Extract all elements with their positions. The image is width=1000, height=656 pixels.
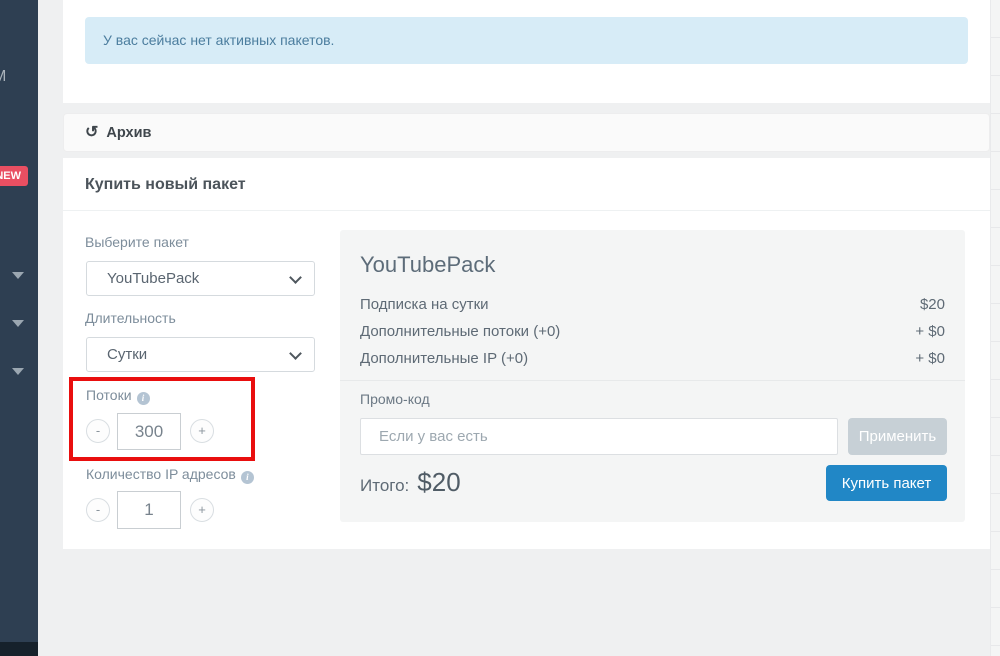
info-icon[interactable]: i bbox=[241, 471, 254, 484]
promo-code-label: Промо-код bbox=[360, 391, 430, 407]
threads-label: Потокиi bbox=[86, 387, 150, 405]
ip-decrease-button[interactable]: - bbox=[86, 498, 110, 522]
chevron-down-icon bbox=[289, 347, 302, 360]
summary-row-label: Дополнительные потоки (+0) bbox=[360, 323, 560, 343]
threads-input[interactable] bbox=[117, 413, 181, 450]
package-select-label: Выберите пакет bbox=[85, 234, 189, 250]
sidebar-footer bbox=[0, 642, 38, 656]
chevron-down-icon bbox=[289, 271, 302, 284]
order-summary-panel: YouTubePack Подписка на сутки $20 Дополн… bbox=[340, 230, 965, 522]
duration-select-label: Длительность bbox=[85, 310, 176, 326]
archive-toggle[interactable]: ↺ Архив bbox=[63, 113, 990, 152]
divider bbox=[340, 380, 965, 381]
app-screen: М NEW У вас сейчас нет активных пакетов.… bbox=[0, 0, 1000, 656]
duration-select[interactable]: Сутки bbox=[86, 337, 315, 372]
package-select[interactable]: YouTubePack bbox=[86, 261, 315, 296]
divider bbox=[63, 210, 990, 211]
summary-row-value: + $0 bbox=[915, 350, 945, 370]
active-packages-card: У вас сейчас нет активных пакетов. bbox=[63, 0, 990, 103]
threads-decrease-button[interactable]: - bbox=[86, 419, 110, 443]
promo-code-input[interactable] bbox=[360, 418, 838, 455]
summary-row: Дополнительные потоки (+0) + $0 bbox=[360, 323, 945, 343]
buy-package-card: Купить новый пакет Выберите пакет YouTub… bbox=[63, 158, 990, 549]
summary-row-label: Дополнительные IP (+0) bbox=[360, 350, 528, 370]
ip-count-label: Количество IP адресовi bbox=[86, 466, 254, 484]
buy-package-button[interactable]: Купить пакет bbox=[826, 465, 947, 501]
apply-promo-button[interactable]: Применить bbox=[848, 418, 947, 455]
info-icon[interactable]: i bbox=[137, 392, 150, 405]
summary-row: Подписка на сутки $20 bbox=[360, 296, 945, 316]
total-line: Итого: $20 bbox=[360, 467, 461, 498]
archive-label: Архив bbox=[106, 125, 151, 141]
total-value: $20 bbox=[417, 467, 460, 498]
no-active-packages-alert: У вас сейчас нет активных пакетов. bbox=[85, 17, 968, 64]
duration-select-value: Сутки bbox=[107, 346, 147, 363]
caret-down-icon[interactable] bbox=[12, 272, 24, 279]
summary-row-value: + $0 bbox=[915, 323, 945, 343]
caret-down-icon[interactable] bbox=[12, 320, 24, 327]
right-edge-panel bbox=[990, 0, 1000, 656]
summary-row-value: $20 bbox=[920, 296, 945, 316]
summary-row: Дополнительные IP (+0) + $0 bbox=[360, 350, 945, 370]
ip-increase-button[interactable]: + bbox=[190, 498, 214, 522]
summary-row-label: Подписка на сутки bbox=[360, 296, 489, 316]
package-select-value: YouTubePack bbox=[107, 270, 199, 287]
history-icon: ↺ bbox=[85, 125, 98, 141]
ip-input[interactable] bbox=[117, 491, 181, 529]
sidebar: М NEW bbox=[0, 0, 38, 656]
new-badge: NEW bbox=[0, 166, 28, 186]
caret-down-icon[interactable] bbox=[12, 368, 24, 375]
summary-package-title: YouTubePack bbox=[360, 252, 495, 278]
card-title: Купить новый пакет bbox=[85, 176, 246, 194]
sidebar-item-text-fragment: М bbox=[0, 68, 7, 86]
threads-increase-button[interactable]: + bbox=[190, 419, 214, 443]
total-label: Итого: bbox=[360, 476, 409, 496]
